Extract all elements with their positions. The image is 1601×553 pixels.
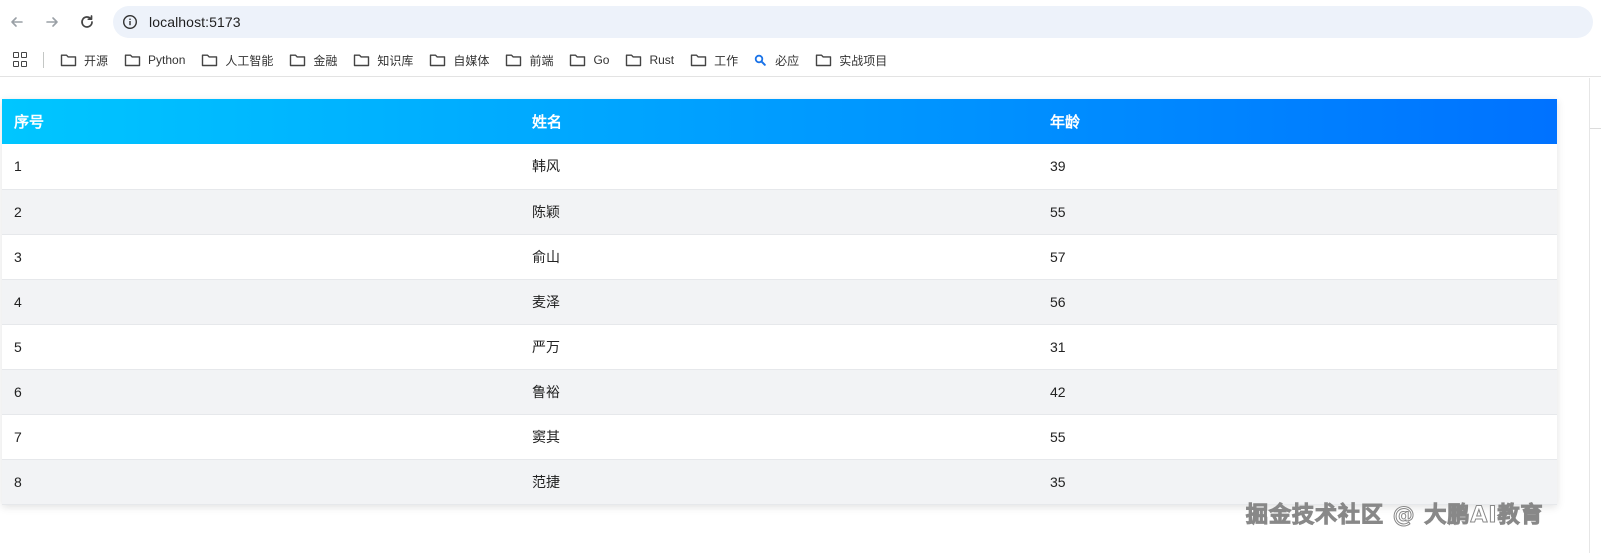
folder-icon	[570, 54, 586, 67]
bookmark-item[interactable]: 金融	[289, 47, 344, 73]
table-row: 3 俞山 57	[2, 234, 1557, 279]
bookmark-label: 前端	[529, 53, 554, 68]
search-icon	[754, 54, 766, 66]
watermark-text: 掘金技术社区 @ 大鹏AI教育	[1246, 503, 1544, 529]
cell-index: 8	[14, 473, 22, 490]
folder-icon	[290, 54, 306, 67]
cell-age: 31	[1050, 338, 1066, 355]
bookmark-list: 开源 Python 人工智能 金融 知识库 自媒体 前端 Go Rust 工作 必应 实战项目	[60, 47, 903, 73]
bookmark-item[interactable]: 开源	[60, 47, 115, 73]
cell-index: 5	[14, 338, 22, 355]
cell-index: 4	[14, 293, 22, 310]
folder-icon	[430, 54, 446, 67]
table-row: 2 陈颖 55	[2, 189, 1557, 234]
bookmark-item[interactable]: 人工智能	[201, 47, 280, 73]
table-header: 序号 姓名 年龄	[2, 99, 1557, 144]
bookmark-label: 自媒体	[453, 53, 490, 68]
table-row: 6 鲁裕 42	[2, 369, 1557, 414]
cell-index: 1	[14, 158, 22, 175]
bookmarks-bar: 开源 Python 人工智能 金融 知识库 自媒体 前端 Go Rust 工作 必应 实战项目	[0, 44, 1601, 77]
table-row: 5 严万 31	[2, 324, 1557, 369]
bookmark-label: 必应	[775, 53, 800, 68]
folder-icon	[202, 54, 218, 67]
table-header-row: 序号 姓名 年龄	[2, 99, 1557, 144]
bookmark-label: Python	[148, 53, 186, 67]
back-button[interactable]	[5, 10, 29, 34]
cell-index: 3	[14, 248, 22, 265]
bookmark-label: 人工智能	[225, 53, 274, 68]
arrow-left-icon	[11, 17, 23, 27]
side-panel-edge	[1589, 78, 1601, 553]
bookmark-label: 金融	[313, 53, 338, 68]
cell-age: 55	[1050, 203, 1066, 220]
folder-icon	[354, 54, 370, 67]
bookmark-label: Go	[593, 53, 610, 67]
bookmark-item[interactable]: 工作	[690, 47, 745, 73]
bookmark-label: Rust	[649, 53, 675, 67]
table-row: 7 窦其 55	[2, 414, 1557, 459]
table-row: 1 韩风 39	[2, 144, 1557, 189]
address-bar[interactable]: localhost:5173	[113, 6, 1593, 38]
cell-name: 韩风	[532, 158, 560, 175]
bookmarks-separator	[43, 52, 44, 68]
bookmark-item[interactable]: Go	[569, 47, 616, 73]
column-header-name: 姓名	[532, 114, 563, 131]
cell-age: 39	[1050, 158, 1066, 175]
forward-button[interactable]	[40, 10, 64, 34]
cell-name: 严万	[532, 338, 560, 355]
column-header-index: 序号	[14, 114, 45, 131]
cell-index: 2	[14, 203, 22, 220]
cell-age: 57	[1050, 248, 1066, 265]
cell-name: 窦其	[532, 428, 560, 445]
bookmark-item[interactable]: 必应	[754, 47, 806, 73]
table-row: 4 麦泽 56	[2, 279, 1557, 324]
reload-button[interactable]	[75, 10, 99, 34]
bookmark-label: 实战项目	[839, 53, 888, 68]
bookmark-item[interactable]: Rust	[625, 47, 681, 73]
cell-index: 7	[14, 428, 22, 445]
folder-icon	[506, 54, 522, 67]
bookmark-item[interactable]: 知识库	[353, 47, 420, 73]
bookmark-item[interactable]: 自媒体	[429, 47, 496, 73]
bookmark-item[interactable]: 实战项目	[815, 47, 894, 73]
cell-name: 俞山	[532, 248, 560, 265]
bookmark-item[interactable]: 前端	[505, 47, 560, 73]
cell-name: 范捷	[532, 473, 560, 490]
folder-icon	[626, 54, 642, 67]
cell-age: 42	[1050, 383, 1066, 400]
arrow-right-icon	[46, 17, 58, 27]
cell-index: 6	[14, 383, 22, 400]
folder-icon	[690, 54, 707, 67]
folder-icon	[60, 54, 77, 67]
bookmark-label: 开源	[84, 53, 109, 68]
cell-name: 麦泽	[532, 293, 560, 310]
url-text[interactable]: localhost:5173	[149, 14, 241, 30]
data-table: 序号 姓名 年龄 1 韩风 39 2 陈颖 55 3 俞山 57 4 麦泽 56 5 严万 31 6 鲁裕 42 7…	[2, 99, 1557, 505]
bookmark-label: 工作	[714, 53, 739, 68]
folder-icon	[124, 54, 141, 67]
table-body: 1 韩风 39 2 陈颖 55 3 俞山 57 4 麦泽 56 5 严万 31 6 鲁裕 42 7 窦其 55 8 范捷 35	[2, 144, 1557, 504]
folder-icon	[815, 54, 832, 67]
bookmark-label: 知识库	[377, 53, 414, 68]
cell-age: 56	[1050, 293, 1066, 310]
reload-icon	[81, 15, 93, 28]
cell-age: 55	[1050, 428, 1066, 445]
browser-toolbar: localhost:5173	[0, 0, 1601, 44]
column-header-age: 年龄	[1050, 114, 1081, 131]
cell-name: 鲁裕	[532, 383, 560, 400]
site-info-icon[interactable]	[122, 14, 138, 30]
cell-name: 陈颖	[532, 203, 560, 220]
bookmark-item[interactable]: Python	[124, 47, 192, 73]
apps-grid-icon[interactable]	[13, 52, 29, 68]
data-table-container: 序号 姓名 年龄 1 韩风 39 2 陈颖 55 3 俞山 57 4 麦泽 56 5 严万 31 6 鲁裕 42 7…	[2, 99, 1557, 505]
